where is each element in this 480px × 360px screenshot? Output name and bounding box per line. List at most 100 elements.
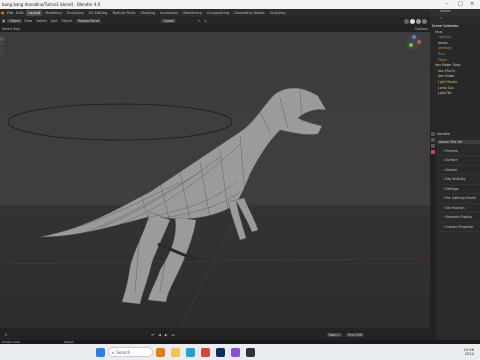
properties-section[interactable]: › Ray Visibility (437, 175, 480, 185)
outliner-header: Scene (430, 9, 480, 16)
properties-panel: irocable Aaron The Ge › Preview › Surface… (430, 130, 480, 340)
outliner-item-label: ritus (435, 29, 443, 34)
properties-section[interactable]: › Settings (437, 185, 480, 195)
properties-section-label: Settings (445, 186, 459, 191)
object-menu[interactable]: Object (59, 19, 74, 23)
properties-section[interactable]: › Viewport Display (437, 213, 480, 223)
blender-icon[interactable] (156, 347, 165, 357)
shading-render-icon[interactable] (422, 18, 427, 24)
start-label: Start (328, 333, 337, 337)
shading-wire-icon[interactable] (404, 18, 409, 24)
properties-section[interactable]: › Preview (437, 147, 480, 157)
app-icon[interactable] (231, 347, 240, 357)
viewport-options[interactable]: Options (413, 27, 430, 31)
properties-section[interactable]: › Pos Lighting Studio (437, 194, 480, 204)
maximize-icon[interactable]: □ (458, 1, 463, 7)
outliner-item[interactable]: Light Tar (432, 91, 480, 97)
start-frame-field[interactable]: Start 1 (326, 333, 343, 337)
jump-start-icon[interactable]: ⏮ (149, 333, 156, 337)
tab-shading[interactable]: Shading (138, 10, 157, 16)
properties-section[interactable]: › Volume (437, 166, 480, 176)
properties-section-label: Ray Visibility (445, 177, 466, 182)
mode-select[interactable]: Object (7, 19, 23, 23)
3d-viewport[interactable] (0, 32, 430, 328)
retopo-button[interactable]: RetopoTecat (76, 19, 102, 23)
end-frame-field[interactable]: End 250 (346, 333, 365, 337)
transform-orientation[interactable]: Global (161, 19, 177, 23)
tab-geometry-nodes[interactable]: Geometry Nodes (232, 10, 266, 16)
tab-texture-paint[interactable]: Texture Paint (110, 10, 137, 16)
viewport-subheader: Select Box Options (0, 25, 430, 32)
material-tab-icon[interactable] (431, 150, 435, 154)
end-label: End (348, 333, 355, 337)
proportional-icon[interactable]: ◎ (202, 19, 209, 23)
select-menu[interactable]: Select (34, 19, 48, 23)
outliner-item-label: Irex Maker Tools (435, 63, 461, 68)
render-tab-icon[interactable] (431, 132, 435, 136)
chrome-icon[interactable] (201, 347, 210, 357)
window-title: bang bang donadino/Tuhno1.blend] - Blend… (2, 2, 101, 7)
view-menu[interactable]: View (22, 19, 34, 23)
title-bar: bang bang donadino/Tuhno1.blend] - Blend… (0, 0, 480, 9)
select-box-tool[interactable]: Select Box (0, 27, 22, 31)
app-icon[interactable] (246, 347, 255, 357)
search-icon: ⌕ (112, 349, 115, 355)
tab-modeling[interactable]: Modeling (43, 10, 63, 16)
properties-section-label: Volume (445, 167, 458, 172)
properties-object-name: irocable (437, 132, 450, 136)
tab-compositing[interactable]: Compositing (205, 10, 232, 16)
play-icon[interactable]: ▶ (163, 333, 170, 337)
properties-section[interactable]: › Sex Position (437, 204, 480, 214)
clock[interactable]: 10:38 2024 (464, 348, 474, 356)
properties-section-label: Viewport Display (445, 215, 473, 220)
properties-section-label: Sex Position (445, 205, 465, 210)
trex-model[interactable] (39, 87, 327, 305)
scene-canvas (0, 87, 430, 328)
properties-section-label: Preview (445, 148, 458, 153)
clock-date: 2024 (464, 352, 474, 356)
menu-file[interactable]: File (7, 11, 13, 15)
blender-logo-icon[interactable]: ● (1, 11, 4, 15)
properties-search[interactable]: Aaron The Ge (437, 139, 480, 144)
tab-uv-editing[interactable]: UV Editing (86, 10, 109, 16)
outliner-item-label: Lighting (438, 35, 451, 40)
properties-section[interactable]: › Custom Propertie (437, 223, 480, 233)
search-box[interactable]: ⌕ Search (108, 347, 153, 357)
close-icon[interactable]: × (470, 1, 474, 7)
viewport-header: ▣ Object View Select Add Object RetopoTe… (0, 17, 430, 25)
tab-sculpting[interactable]: Sculpting (65, 10, 86, 16)
edge-icon[interactable] (186, 347, 195, 357)
light-ring (7, 103, 233, 141)
tab-animation[interactable]: Animation (158, 10, 180, 16)
folder-icon[interactable] (171, 347, 180, 357)
menu-edit[interactable]: Edit (16, 11, 23, 15)
current-frame: 0 (5, 333, 8, 337)
photoshop-icon[interactable] (216, 347, 225, 357)
minimize-icon[interactable]: – (446, 1, 449, 7)
outliner-item-label: Tuto (438, 51, 445, 56)
start-value: 1 (337, 333, 341, 337)
properties-tabs (430, 130, 436, 340)
search-placeholder: Search (116, 349, 130, 355)
shading-material-icon[interactable] (416, 18, 421, 24)
editor-type-icon[interactable]: ▣ (0, 19, 7, 23)
play-reverse-icon[interactable]: ◀ (156, 333, 163, 337)
tab-scripting[interactable]: Scripting (268, 10, 288, 16)
outliner-filter[interactable]: ⌕ (430, 16, 480, 23)
tab-layout[interactable]: Layout (26, 10, 43, 16)
windows-icon[interactable] (96, 347, 105, 357)
output-tab-icon[interactable] (431, 138, 435, 142)
outliner-item-label: pentyng (438, 46, 452, 51)
jump-end-icon[interactable]: ⏭ (169, 333, 176, 337)
world-tab-icon[interactable] (431, 144, 435, 148)
shading-solid-icon[interactable] (410, 18, 415, 24)
outliner-item-label: Light Tar (438, 91, 452, 96)
menu-bar: ● File Edit Layout Modeling Sculpting UV… (0, 9, 480, 17)
add-menu[interactable]: Add (49, 19, 60, 23)
outliner-item-label: Plane (438, 57, 447, 62)
outliner-item-label: Scene Collection (432, 24, 459, 28)
tab-rendering[interactable]: Rendering (181, 10, 203, 16)
properties-section[interactable]: › Surface (437, 156, 480, 166)
outliner-item-label: bones (438, 40, 448, 45)
taskbar: ⌕ Search 10:38 2024 (0, 344, 480, 360)
